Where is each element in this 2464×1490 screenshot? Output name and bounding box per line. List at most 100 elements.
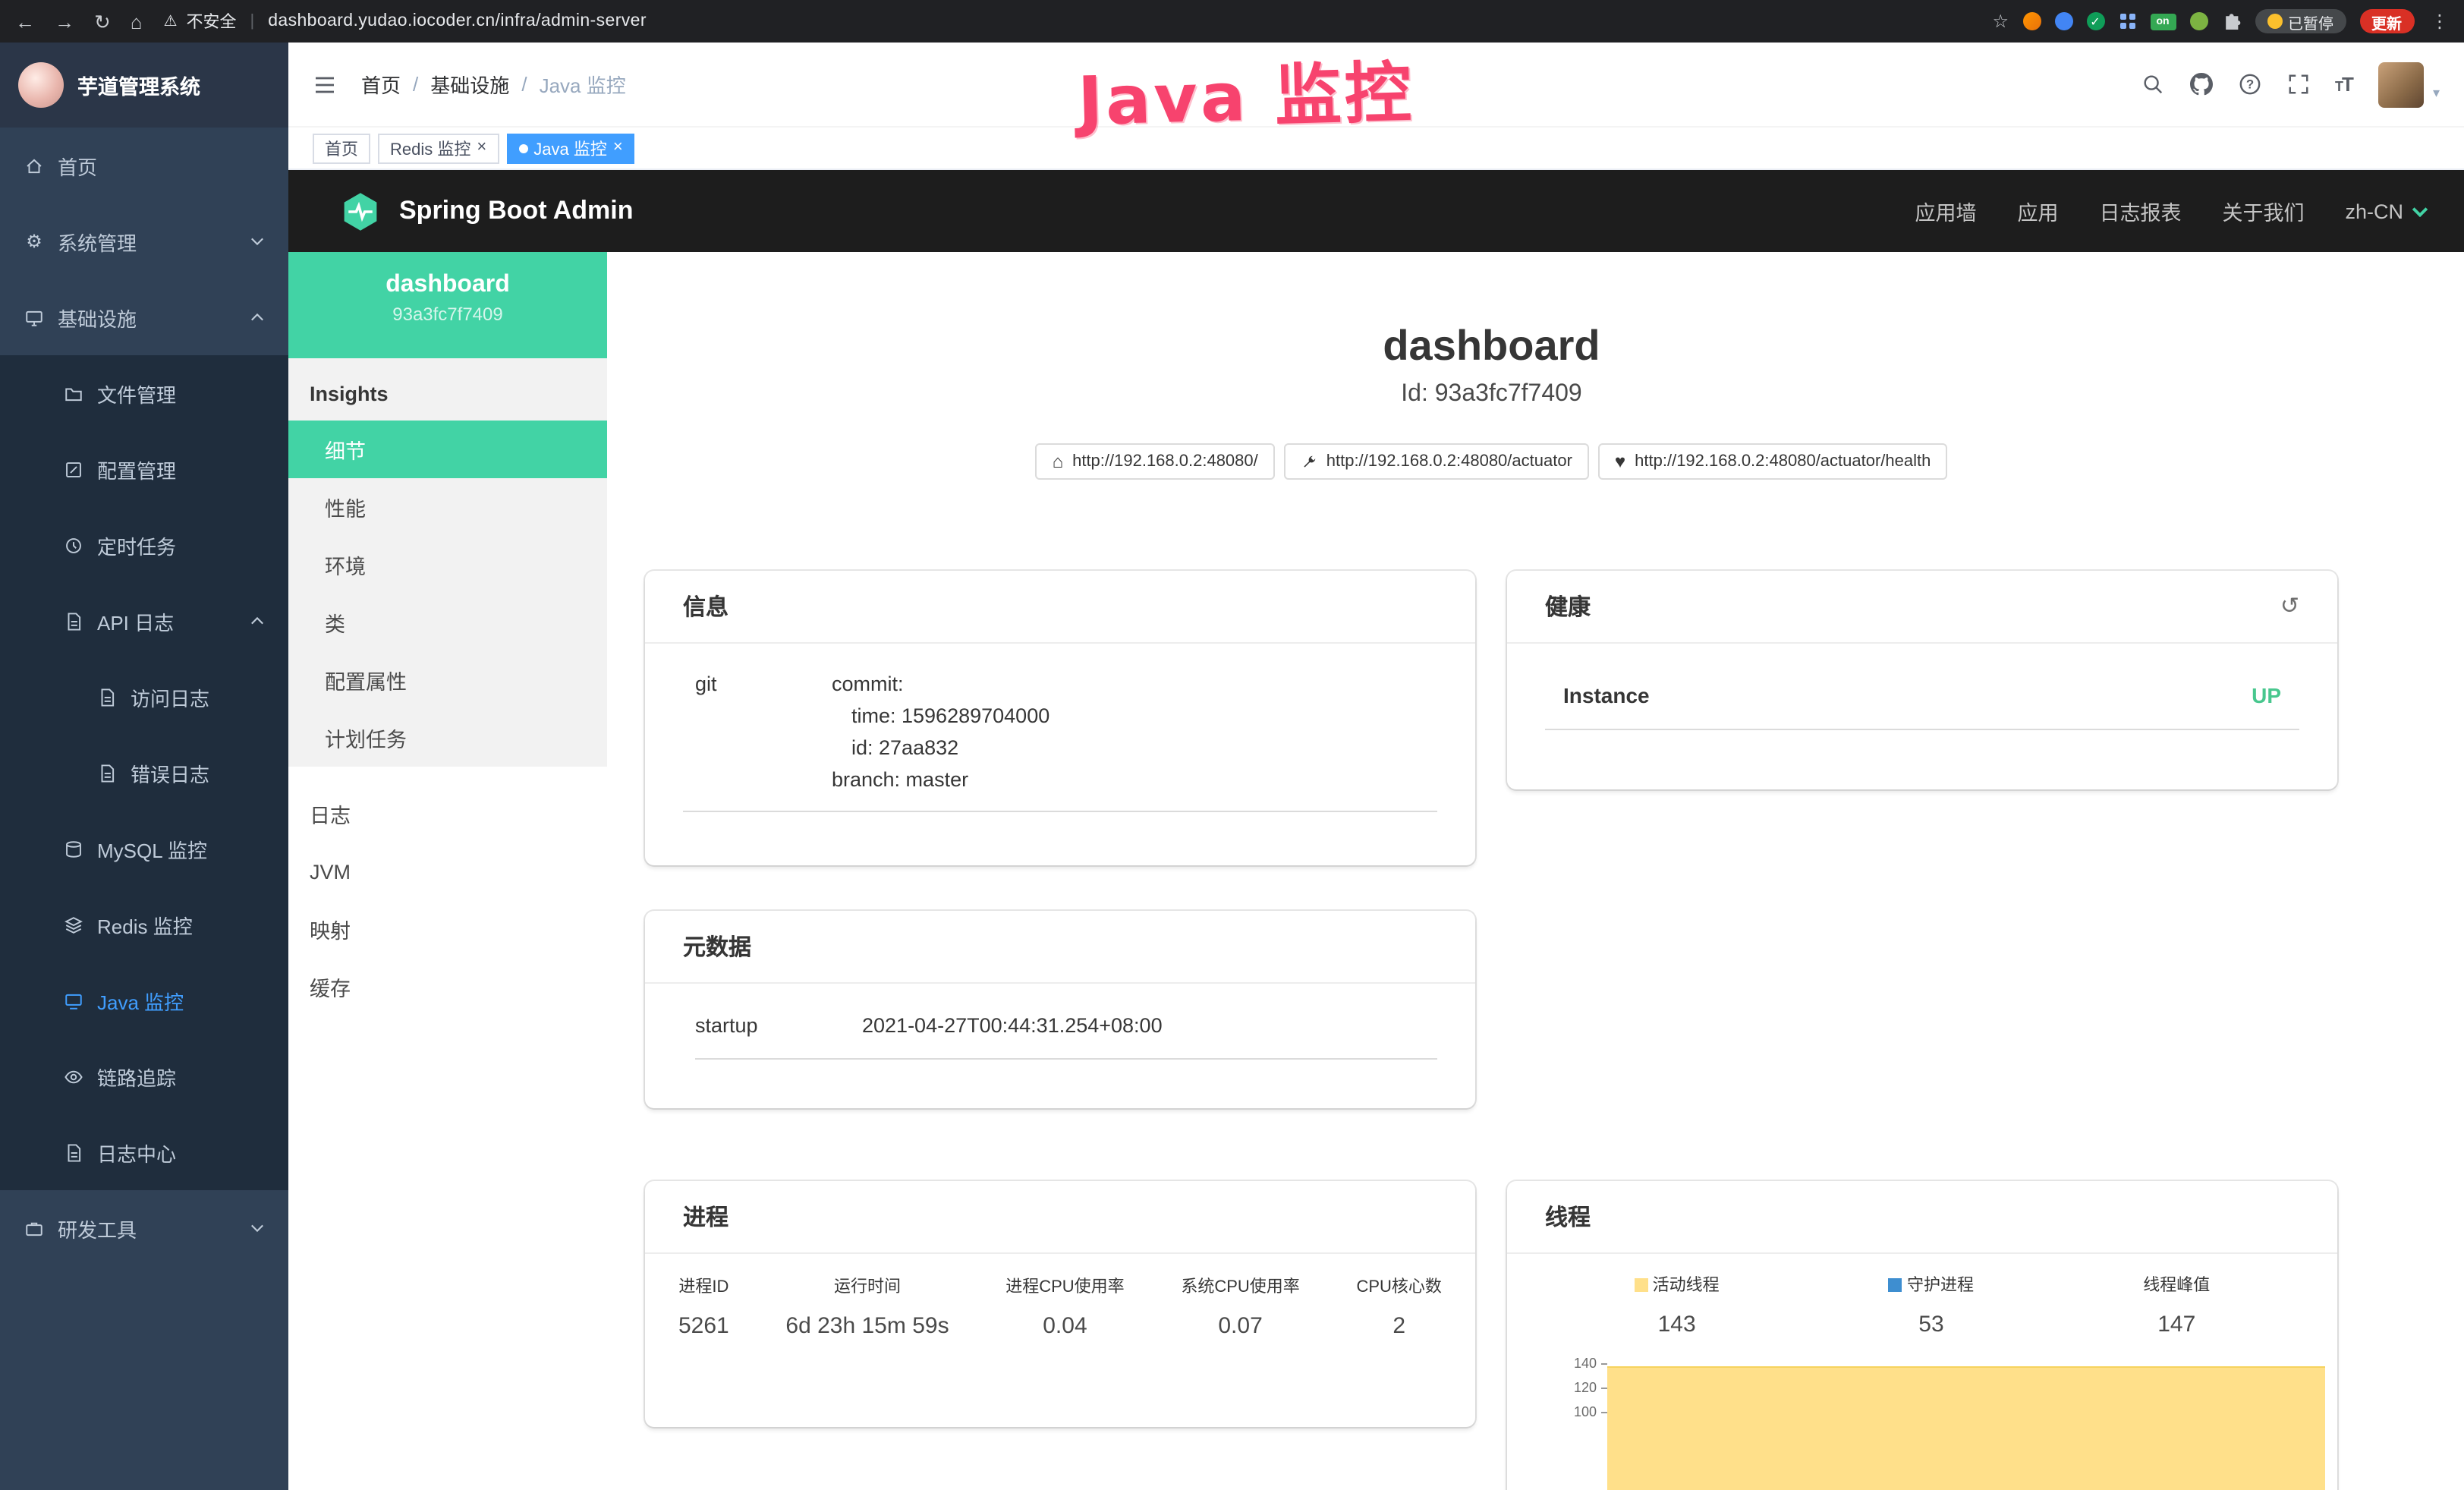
eye-icon — [64, 1066, 83, 1086]
menu-item-jvm[interactable]: JVM — [288, 843, 607, 900]
language-selector[interactable]: zh-CN — [2345, 200, 2428, 222]
instance-header[interactable]: dashboard 93a3fc7f7409 — [288, 252, 607, 358]
menu-item-environment[interactable]: 环境 — [288, 536, 607, 594]
font-size-icon[interactable]: TT — [2335, 73, 2352, 96]
active-tab-dot — [518, 143, 527, 153]
chevron-down-icon[interactable]: ▾ — [2433, 84, 2440, 107]
breadcrumb-separator: / — [413, 73, 418, 96]
breadcrumb-infrastructure[interactable]: 基础设施 — [430, 70, 509, 99]
browser-actions: ☆ ✓ on 已暂停 更新 ⋮ — [1992, 9, 2449, 33]
sidebar-item-trace[interactable]: 链路追踪 — [0, 1038, 288, 1114]
sba-header: Spring Boot Admin 应用墙 应用 日志报表 关于我们 zh-CN — [288, 170, 2464, 252]
menu-item-performance[interactable]: 性能 — [288, 478, 607, 536]
extension-icon-check[interactable]: ✓ — [2086, 12, 2104, 30]
sidebar-item-infrastructure[interactable]: 基础设施 — [0, 279, 288, 355]
search-icon[interactable] — [2141, 73, 2163, 96]
process-column: CPU核心数 2 — [1356, 1274, 1441, 1339]
instance-id: 93a3fc7f7409 — [288, 304, 607, 325]
forward-icon[interactable]: → — [55, 11, 74, 31]
breadcrumb-home[interactable]: 首页 — [361, 70, 401, 99]
extension-icon-grid[interactable] — [2118, 12, 2136, 30]
instance-url-link[interactable]: ⌂ http://192.168.0.2:48080/ — [1036, 443, 1275, 480]
menu-item-caches[interactable]: 缓存 — [288, 958, 607, 1016]
menu-item-mappings[interactable]: 映射 — [288, 900, 607, 958]
extensions-puzzle-icon[interactable] — [2221, 11, 2241, 31]
svg-text:?: ? — [2245, 77, 2253, 92]
sidebar-item-scheduled-tasks[interactable]: 定时任务 — [0, 507, 288, 583]
app-logo[interactable]: 芋道管理系统 — [0, 43, 288, 128]
process-table: 进程ID 5261 运行时间 6d 23h 15m 59s 进程CPU使用率 0… — [645, 1254, 1475, 1339]
user-avatar[interactable] — [2378, 61, 2424, 107]
sidebar-item-dev-tools[interactable]: 研发工具 — [0, 1190, 288, 1266]
paused-extension-badge[interactable]: 已暂停 — [2255, 9, 2346, 33]
sba-nav-wallboard[interactable]: 应用墙 — [1915, 196, 1976, 226]
display-icon — [64, 991, 83, 1010]
address-bar[interactable]: ⚠ 不安全 | dashboard.yudao.iocoder.cn/infra… — [164, 9, 1981, 33]
info-value: commit: time: 1596289704000 id: 27aa832 … — [832, 668, 1049, 795]
sba-brand-title: Spring Boot Admin — [399, 196, 634, 226]
sidebar-item-file-management[interactable]: 文件管理 — [0, 355, 288, 431]
extension-icon-fox[interactable] — [2022, 12, 2041, 30]
sidebar-item-redis-monitor[interactable]: Redis 监控 — [0, 887, 288, 962]
sidebar-item-home[interactable]: 首页 — [0, 128, 288, 203]
sba-nav-applications[interactable]: 应用 — [2017, 196, 2058, 226]
wrench-icon — [1301, 453, 1317, 470]
sidebar-item-log-center[interactable]: 日志中心 — [0, 1114, 288, 1190]
card-title: 元数据 — [683, 931, 751, 962]
bookmark-star-icon[interactable]: ☆ — [1992, 12, 2009, 30]
info-card: 信息 git commit: time: 1596289704000 id: 2… — [645, 571, 1475, 865]
gear-icon: ⚙ — [24, 232, 44, 251]
menu-item-scheduled-tasks[interactable]: 计划任务 — [288, 709, 607, 767]
menu-item-config-props[interactable]: 配置属性 — [288, 651, 607, 709]
warning-icon: ⚠ — [164, 13, 178, 30]
health-url-link[interactable]: ♥ http://192.168.0.2:48080/actuator/heal… — [1598, 443, 1947, 480]
actuator-url-link[interactable]: http://192.168.0.2:48080/actuator — [1284, 443, 1589, 480]
browser-home-icon[interactable]: ⌂ — [131, 11, 143, 31]
process-column: 系统CPU使用率 0.07 — [1181, 1274, 1299, 1339]
close-tab-icon[interactable]: × — [477, 140, 486, 156]
card-title: 信息 — [683, 591, 729, 622]
github-icon[interactable] — [2189, 73, 2212, 96]
sidebar-item-config-management[interactable]: 配置管理 — [0, 431, 288, 507]
page-subtitle: Id: 93a3fc7f7409 — [645, 381, 2338, 408]
history-icon[interactable]: ↺ — [2280, 595, 2299, 618]
sba-nav-about[interactable]: 关于我们 — [2222, 196, 2304, 226]
sba-nav-journal[interactable]: 日志报表 — [2099, 196, 2181, 226]
chart-plot-area — [1607, 1351, 2325, 1490]
monitor-icon — [24, 307, 44, 327]
app-header: 首页 / 基础设施 / Java 监控 ? TT ▾ — [288, 43, 2464, 128]
extension-icon-on-switch[interactable]: on — [2150, 13, 2176, 30]
reload-icon[interactable]: ↻ — [94, 11, 111, 31]
fullscreen-icon[interactable] — [2286, 73, 2309, 96]
clock-icon — [64, 535, 83, 555]
menu-item-beans[interactable]: 类 — [288, 594, 607, 651]
collapse-sidebar-icon[interactable] — [313, 72, 337, 96]
menu-item-logs[interactable]: 日志 — [288, 785, 607, 843]
spring-boot-admin-frame: Spring Boot Admin 应用墙 应用 日志报表 关于我们 zh-CN — [288, 170, 2464, 1490]
close-tab-icon[interactable]: × — [613, 140, 623, 156]
sidebar-item-access-logs[interactable]: 访问日志 — [0, 659, 288, 735]
help-icon[interactable]: ? — [2238, 73, 2261, 96]
sba-root-menu: 日志 JVM 映射 缓存 — [288, 785, 607, 1016]
sidebar-item-system-management[interactable]: ⚙ 系统管理 — [0, 203, 288, 279]
sidebar-item-mysql-monitor[interactable]: MySQL 监控 — [0, 811, 288, 887]
security-label: 不安全 — [186, 9, 236, 33]
extension-icon-leaf[interactable] — [2189, 12, 2208, 30]
tab-java-monitor[interactable]: Java 监控 × — [506, 133, 634, 163]
tab-redis-monitor[interactable]: Redis 监控 × — [378, 133, 499, 163]
sidebar-item-error-logs[interactable]: 错误日志 — [0, 735, 288, 811]
extension-icon-pin[interactable] — [2054, 12, 2072, 30]
back-icon[interactable]: ← — [15, 11, 35, 31]
tab-bar: 首页 Redis 监控 × Java 监控 × — [288, 128, 2464, 170]
sidebar-item-api-logs[interactable]: API 日志 — [0, 583, 288, 659]
browser-menu-icon[interactable]: ⋮ — [2431, 12, 2449, 30]
menu-item-details[interactable]: 细节 — [288, 421, 607, 478]
process-column: 运行时间 6d 23h 15m 59s — [785, 1274, 949, 1339]
card-title: 线程 — [1545, 1201, 1591, 1233]
home-icon — [24, 156, 44, 175]
process-column: 进程CPU使用率 0.04 — [1005, 1274, 1124, 1339]
update-button[interactable]: 更新 — [2359, 9, 2414, 33]
legend-item: 线程峰值 147 — [2143, 1272, 2210, 1337]
sidebar-item-java-monitor[interactable]: Java 监控 — [0, 962, 288, 1038]
tab-home[interactable]: 首页 — [313, 133, 370, 163]
